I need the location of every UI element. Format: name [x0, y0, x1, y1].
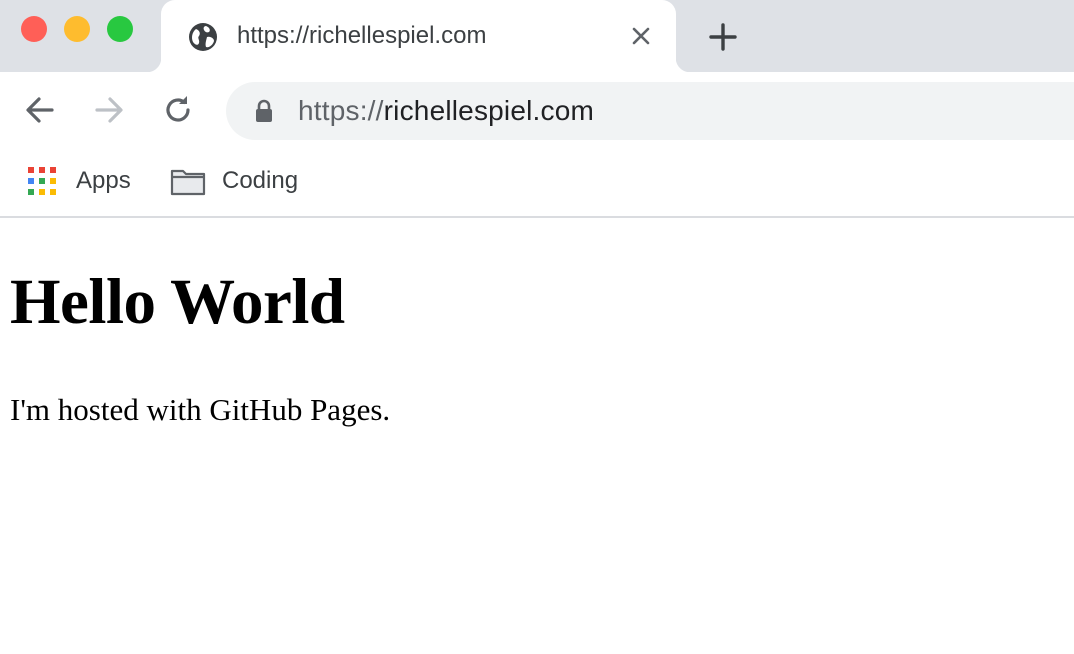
bookmark-apps[interactable]: Apps	[24, 164, 131, 198]
tab-strip: https://richellespiel.com	[0, 0, 1074, 72]
page-heading: Hello World	[10, 266, 345, 338]
zoom-window-button[interactable]	[107, 16, 133, 42]
page-paragraph: I'm hosted with GitHub Pages.	[10, 392, 391, 427]
page-content: Hello World I'm hosted with GitHub Pages…	[0, 220, 1074, 654]
folder-icon	[170, 169, 206, 196]
lock-icon[interactable]	[254, 99, 274, 123]
url-scheme: https://	[298, 95, 384, 126]
browser-toolbar: https://richellespiel.com	[0, 72, 1074, 152]
bookmark-label: Apps	[76, 167, 131, 194]
bookmarks-bar: Apps Coding	[0, 152, 1074, 218]
tab-title: https://richellespiel.com	[237, 22, 487, 49]
close-icon[interactable]	[627, 22, 655, 50]
plus-icon[interactable]	[706, 20, 740, 54]
arrow-right-icon[interactable]	[91, 92, 127, 128]
bookmark-label: Coding	[222, 167, 299, 194]
bookmark-folder-coding[interactable]: Coding	[170, 164, 298, 198]
url-host: richellespiel.com	[383, 95, 595, 126]
apps-grid-icon	[24, 165, 56, 197]
minimize-window-button[interactable]	[64, 16, 90, 42]
address-bar[interactable]: https://richellespiel.com	[226, 82, 1074, 140]
arrow-left-icon[interactable]	[22, 92, 58, 128]
url-text: https://richellespiel.com	[298, 95, 594, 127]
browser-tab[interactable]: https://richellespiel.com	[147, 0, 690, 72]
globe-icon	[189, 23, 217, 51]
reload-icon[interactable]	[160, 92, 196, 128]
close-window-button[interactable]	[21, 16, 47, 42]
